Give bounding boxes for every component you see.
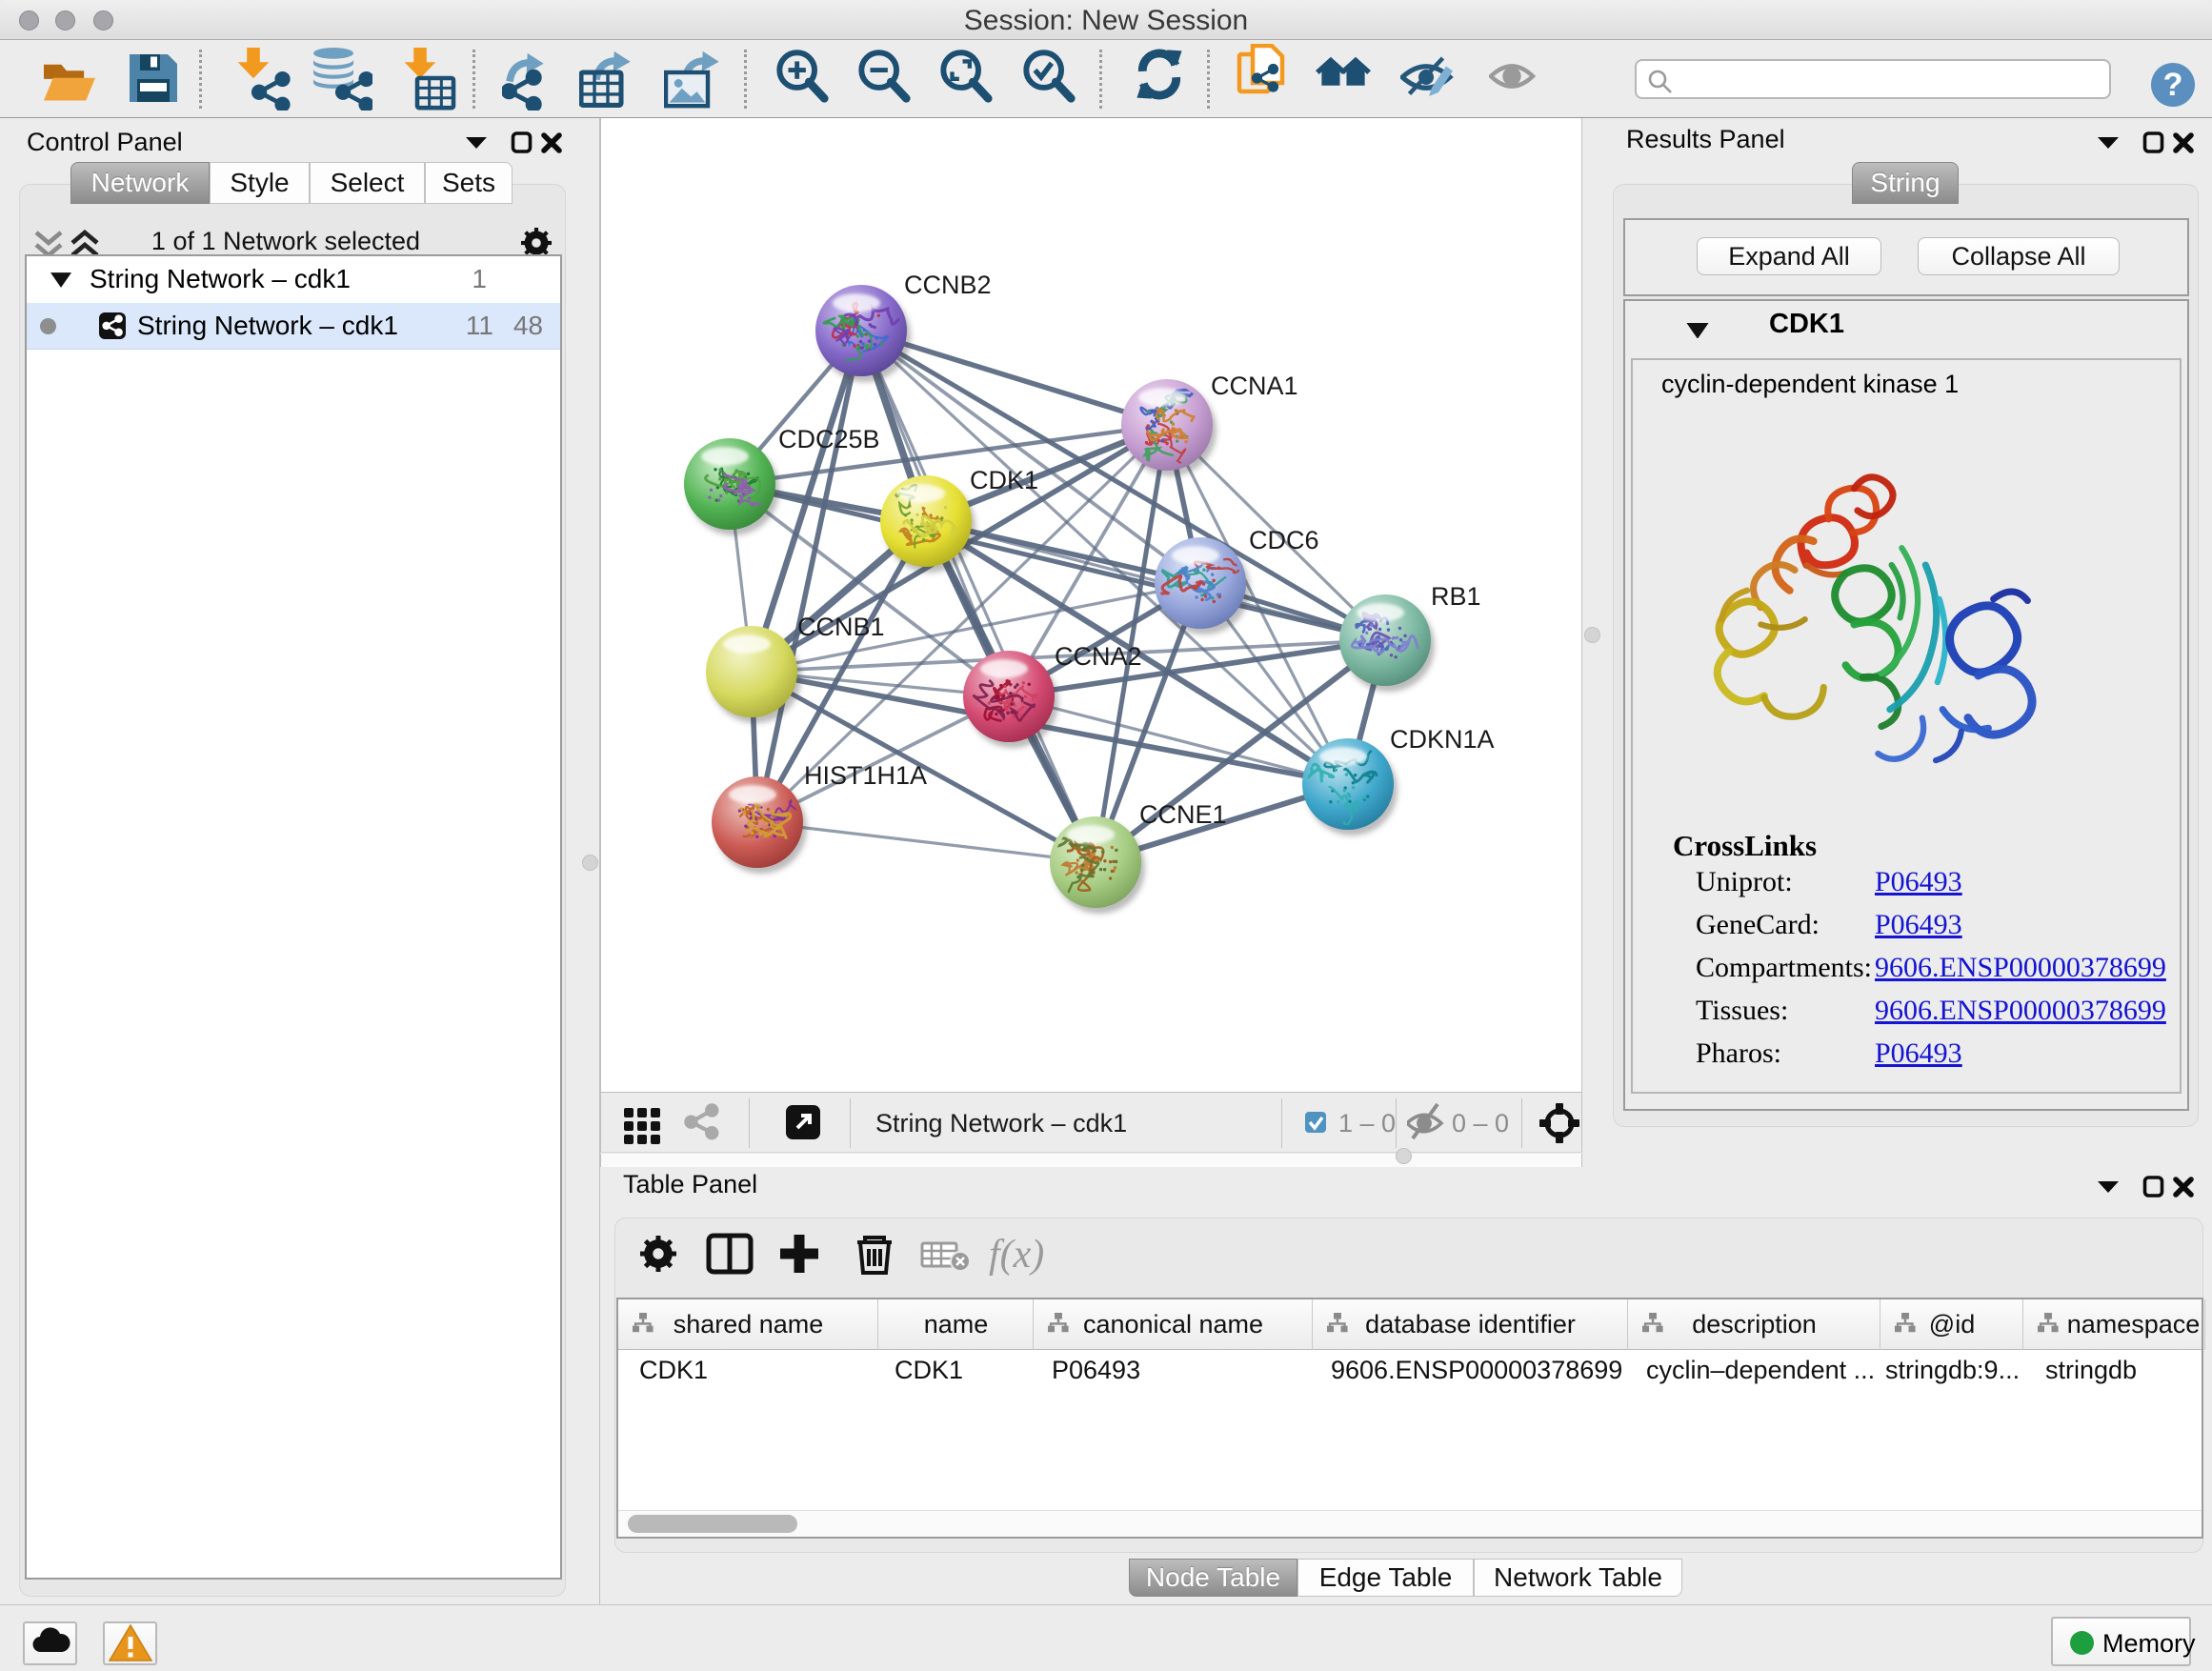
svg-text:CCNE1: CCNE1 [1139, 800, 1227, 829]
svg-text:CCNA2: CCNA2 [1055, 642, 1142, 671]
svg-text:CDC25B: CDC25B [778, 425, 880, 453]
svg-text:RB1: RB1 [1431, 582, 1481, 611]
svg-text:CDKN1A: CDKN1A [1390, 725, 1495, 754]
svg-text:f(x): f(x) [989, 1233, 1044, 1277]
svg-text:CDK1: CDK1 [970, 466, 1038, 494]
svg-text:CCNB2: CCNB2 [904, 271, 992, 299]
svg-text:HIST1H1A: HIST1H1A [804, 761, 927, 790]
svg-text:?: ? [2163, 67, 2183, 103]
svg-text:CDC6: CDC6 [1249, 526, 1319, 554]
svg-text:CCNB1: CCNB1 [797, 613, 885, 641]
svg-text:CCNA1: CCNA1 [1211, 372, 1298, 400]
